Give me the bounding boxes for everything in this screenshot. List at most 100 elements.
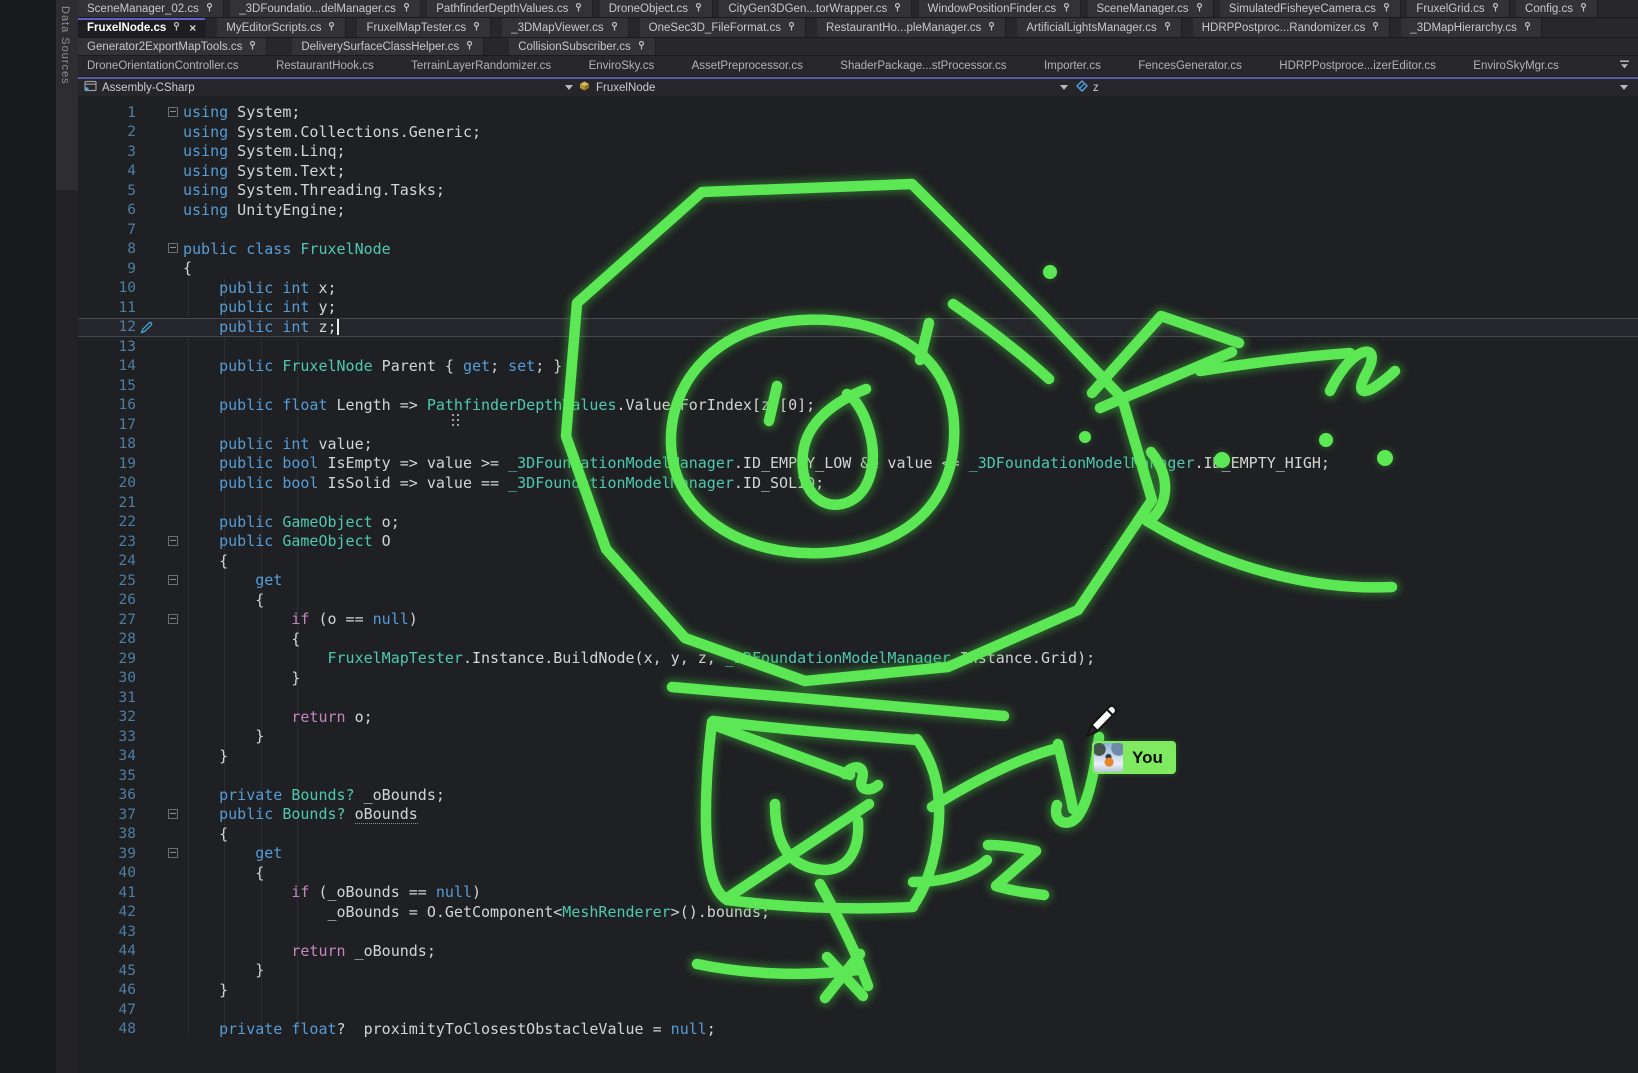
tab-artificiallightsmanager-cs[interactable]: ArtificialLightsManager.cs [1017, 18, 1181, 37]
tab-pathfinderdepthvalues-cs[interactable]: PathfinderDepthValues.cs [427, 0, 593, 17]
code-line-41[interactable]: 41 if (_oBounds == null) [78, 883, 1638, 903]
tab-config-cs[interactable]: Config.cs [1516, 0, 1598, 17]
code-line-31[interactable]: 31 [78, 688, 1638, 708]
pin-icon[interactable] [327, 21, 336, 35]
member-list-caret[interactable] [1620, 79, 1628, 96]
tab--3dmaphierarchy-cs[interactable]: _3DMapHierarchy.cs [1401, 18, 1542, 37]
code-line-24[interactable]: 24 { [78, 552, 1638, 572]
code-line-19[interactable]: 19 public bool IsEmpty => value >= _3DFo… [78, 454, 1638, 474]
pin-icon[interactable] [1523, 21, 1532, 35]
pin-icon[interactable] [893, 2, 902, 16]
tab-droneobject-cs[interactable]: DroneObject.cs [600, 0, 713, 17]
tab-generator2exportmaptools-cs[interactable]: Generator2ExportMapTools.cs [78, 38, 267, 55]
code-line-34[interactable]: 34 } [78, 747, 1638, 767]
code-line-35[interactable]: 35 [78, 766, 1638, 786]
code-line-4[interactable]: 4using System.Text; [78, 162, 1638, 182]
tab-fruxelgrid-cs[interactable]: FruxelGrid.cs [1407, 0, 1509, 17]
tab-simulatedfisheyecamera-cs[interactable]: SimulatedFisheyeCamera.cs [1220, 0, 1401, 17]
tab-citygen3dgen-torwrapper-cs[interactable]: CityGen3DGen...torWrapper.cs [719, 0, 912, 17]
code-line-9[interactable]: 9{ [78, 259, 1638, 279]
code-line-42[interactable]: 42 _oBounds = O.GetComponent<MeshRendere… [78, 903, 1638, 923]
code-line-21[interactable]: 21 [78, 493, 1638, 513]
tab-windowpositionfinder-cs[interactable]: WindowPositionFinder.cs [919, 0, 1081, 17]
code-line-7[interactable]: 7 [78, 220, 1638, 240]
pin-icon[interactable] [472, 21, 481, 35]
data-sources-tab-label[interactable]: Data Sources [59, 6, 71, 85]
code-line-18[interactable]: 18 public int value; [78, 435, 1638, 455]
code-line-17[interactable]: 17 [78, 415, 1638, 435]
code-line-20[interactable]: 20 public bool IsSolid => value == _3DFo… [78, 474, 1638, 494]
pin-icon[interactable] [1195, 2, 1204, 16]
pin-icon[interactable] [172, 21, 181, 35]
code-line-22[interactable]: 22 public GameObject o; [78, 513, 1638, 533]
tab-enviroskymgr-cs[interactable]: EnviroSkyMgr.cs [1464, 56, 1568, 76]
pin-icon[interactable] [1062, 2, 1071, 16]
code-line-14[interactable]: 14 public FruxelNode Parent { get; set; … [78, 357, 1638, 377]
project-dropdown-caret[interactable] [565, 79, 573, 96]
pin-icon[interactable] [1491, 2, 1500, 16]
code-line-8[interactable]: 8–public class FruxelNode [78, 240, 1638, 260]
code-line-46[interactable]: 46 } [78, 981, 1638, 1001]
code-line-10[interactable]: 10 public int x; [78, 279, 1638, 299]
type-dropdown-caret[interactable] [1060, 79, 1068, 96]
tab-importer-cs[interactable]: Importer.cs [1035, 56, 1110, 76]
code-line-44[interactable]: 44 return _oBounds; [78, 942, 1638, 962]
pin-icon[interactable] [402, 2, 411, 16]
fold-marker[interactable]: – [168, 107, 178, 117]
code-line-48[interactable]: 48 private float? proximityToClosestObst… [78, 1020, 1638, 1040]
tab-deliverysurfaceclasshelper-cs[interactable]: DeliverySurfaceClassHelper.cs [292, 38, 484, 55]
code-line-27[interactable]: 27– if (o == null) [78, 610, 1638, 630]
pin-icon[interactable] [248, 40, 257, 54]
code-line-39[interactable]: 39– get [78, 844, 1638, 864]
code-line-32[interactable]: 32 return o; [78, 708, 1638, 728]
code-line-28[interactable]: 28 { [78, 630, 1638, 650]
pin-icon[interactable] [1163, 21, 1172, 35]
code-line-38[interactable]: 38 { [78, 825, 1638, 845]
code-line-40[interactable]: 40 { [78, 864, 1638, 884]
code-line-15[interactable]: 15 [78, 376, 1638, 396]
pin-icon[interactable] [465, 40, 474, 54]
tab-hdrppostproce-izereditor-cs[interactable]: HDRPPostproce...izerEditor.cs [1270, 56, 1445, 76]
fold-marker[interactable]: – [168, 809, 178, 819]
pin-icon[interactable] [1382, 2, 1391, 16]
code-line-26[interactable]: 26 { [78, 591, 1638, 611]
tab-overflow-icon[interactable] [1619, 57, 1630, 75]
code-line-45[interactable]: 45 } [78, 961, 1638, 981]
pin-icon[interactable] [574, 2, 583, 16]
tab-hdrppostproc-randomizer-cs[interactable]: HDRPPostproc...Randomizer.cs [1193, 18, 1391, 37]
fold-marker[interactable]: – [168, 614, 178, 624]
pin-icon[interactable] [637, 40, 646, 54]
pin-icon[interactable] [694, 2, 703, 16]
code-line-36[interactable]: 36 private Bounds? _oBounds; [78, 786, 1638, 806]
tab--3dfoundatio-delmanager-cs[interactable]: _3DFoundatio...delManager.cs [230, 0, 421, 17]
tab-scenemanager-02-cs[interactable]: SceneManager_02.cs [78, 0, 224, 17]
tab-collisionsubscriber-cs[interactable]: CollisionSubscriber.cs [509, 38, 656, 55]
pin-icon[interactable] [1579, 2, 1588, 16]
code-line-47[interactable]: 47 [78, 1000, 1638, 1020]
code-line-12[interactable]: 12 public int z; [78, 318, 1638, 338]
fold-marker[interactable]: – [168, 243, 178, 253]
fold-marker[interactable]: – [168, 536, 178, 546]
close-icon[interactable]: × [189, 21, 196, 35]
code-line-29[interactable]: 29 FruxelMapTester.Instance.BuildNode(x,… [78, 649, 1638, 669]
tab-fruxelnode-cs[interactable]: FruxelNode.cs× [78, 18, 206, 37]
code-line-1[interactable]: 1–using System; [78, 103, 1638, 123]
code-line-37[interactable]: 37– public Bounds? oBounds [78, 805, 1638, 825]
breadcrumb-type[interactable]: FruxelNode [578, 79, 655, 96]
code-line-23[interactable]: 23– public GameObject O [78, 532, 1638, 552]
tab-myeditorscripts-cs[interactable]: MyEditorScripts.cs [217, 18, 346, 37]
pin-icon[interactable] [205, 2, 214, 16]
code-line-16[interactable]: 16 public float Length => PathfinderDept… [78, 396, 1638, 416]
fold-marker[interactable]: – [168, 848, 178, 858]
code-line-33[interactable]: 33 } [78, 727, 1638, 747]
tab-restauranthook-cs[interactable]: RestaurantHook.cs [267, 56, 383, 76]
tab-restaurantho-plemanager-cs[interactable]: RestaurantHo...pleManager.cs [817, 18, 1006, 37]
tab-onesec3d-fileformat-cs[interactable]: OneSec3D_FileFormat.cs [640, 18, 806, 37]
code-line-43[interactable]: 43 [78, 922, 1638, 942]
pin-icon[interactable] [610, 21, 619, 35]
pin-icon[interactable] [1371, 21, 1380, 35]
fold-marker[interactable]: – [168, 575, 178, 585]
tab-shaderpackage-stprocessor-cs[interactable]: ShaderPackage...stProcessor.cs [831, 56, 1015, 76]
tab-scenemanager-cs[interactable]: SceneManager.cs [1088, 0, 1214, 17]
tab-fencesgenerator-cs[interactable]: FencesGenerator.cs [1129, 56, 1251, 76]
